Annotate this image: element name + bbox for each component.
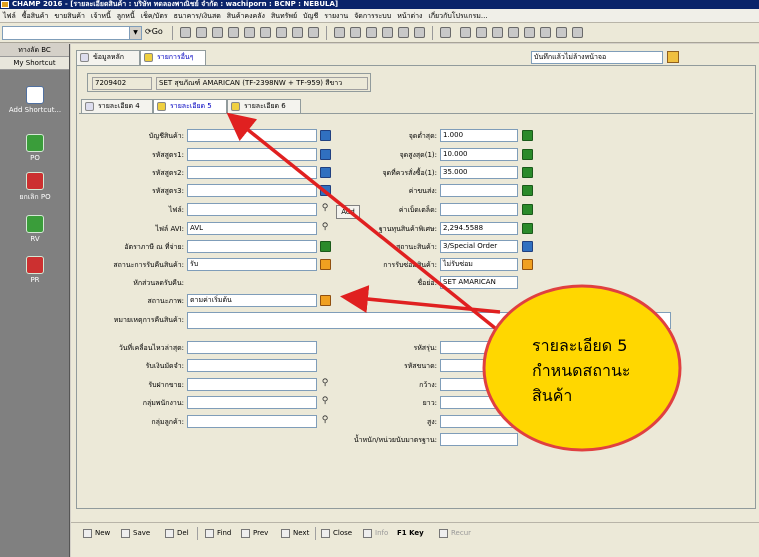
annotation-overlay — [226, 112, 682, 452]
callout-line-1: รายละเอียด 5 — [532, 336, 628, 355]
callout-text: รายละเอียด 5 กำหนดสถานะ สินค้า — [532, 333, 682, 408]
arrow-to-detail-tab — [226, 112, 512, 342]
callout-line-2: กำหนดสถานะ — [532, 361, 631, 380]
callout-line-3: สินค้า — [532, 386, 573, 405]
arrow-to-status-field — [340, 285, 501, 314]
